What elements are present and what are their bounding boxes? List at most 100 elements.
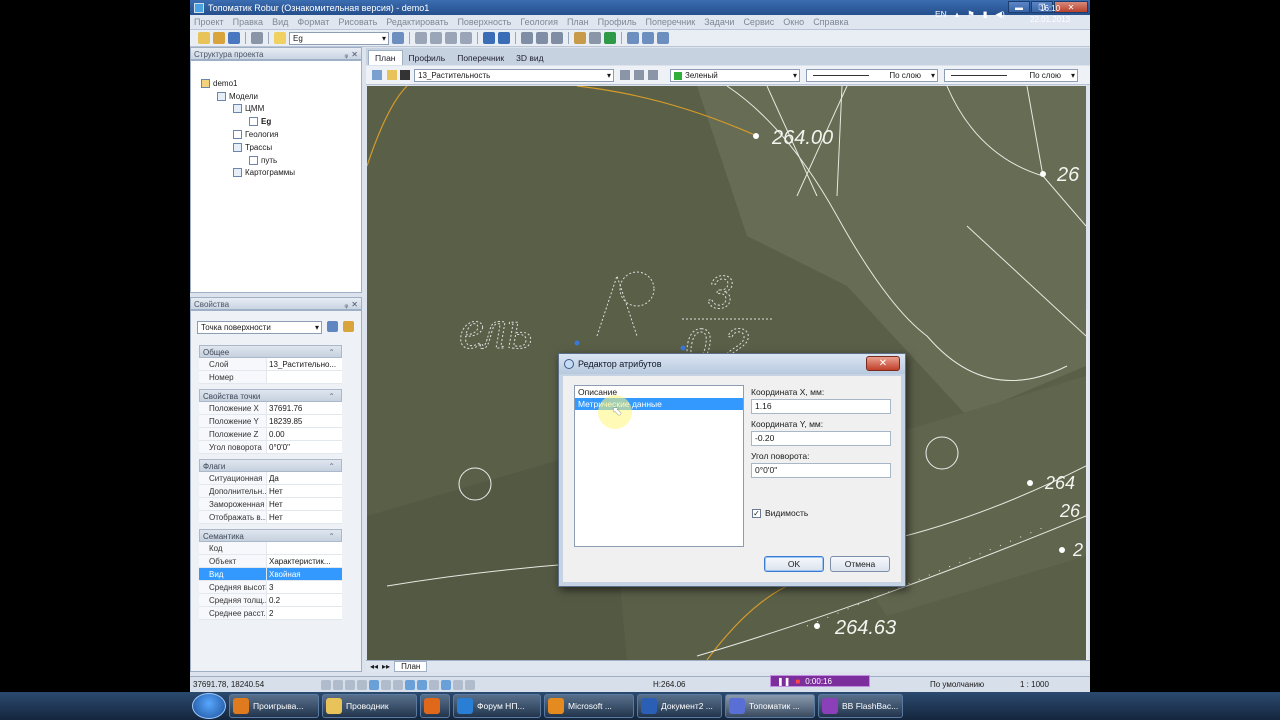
- survey-point[interactable]: [814, 623, 820, 629]
- tab-2[interactable]: Поперечник: [451, 51, 510, 65]
- property-value[interactable]: Да: [267, 472, 342, 484]
- snap-icon[interactable]: [393, 679, 403, 690]
- dialog-close-button[interactable]: ✕: [866, 356, 900, 371]
- layer-manager-icon[interactable]: [648, 70, 658, 80]
- angle-input[interactable]: 0°0'0": [751, 463, 891, 478]
- sheet-tab-plan[interactable]: План: [394, 661, 428, 672]
- menu-item[interactable]: Профиль: [598, 17, 637, 27]
- taskbar-item[interactable]: Форум НП...: [453, 694, 541, 718]
- linetype-combo[interactable]: По слою: [806, 69, 938, 82]
- property-row[interactable]: Средняя толщ... 0.2: [199, 594, 342, 607]
- property-value[interactable]: 0.00: [267, 428, 342, 440]
- property-value[interactable]: [267, 371, 342, 383]
- menu-item[interactable]: Поверхность: [457, 17, 511, 27]
- start-button[interactable]: [192, 693, 226, 719]
- snap-icon[interactable]: [345, 679, 355, 690]
- bulb-icon[interactable]: [274, 32, 286, 44]
- volume-icon[interactable]: ◀): [995, 9, 1004, 20]
- snap-icon[interactable]: [453, 679, 463, 690]
- layer-combo[interactable]: 13_Растительность: [414, 69, 614, 82]
- clock[interactable]: 16:10 22.01.2013: [1030, 3, 1070, 25]
- new-icon[interactable]: [198, 32, 210, 44]
- list-item-description[interactable]: Описание: [575, 386, 743, 398]
- survey-point[interactable]: [1027, 480, 1033, 486]
- menu-item[interactable]: Окно: [783, 17, 804, 27]
- property-row[interactable]: Положение Z 0.00: [199, 428, 342, 441]
- menu-item[interactable]: Правка: [233, 17, 263, 27]
- survey-point[interactable]: [1059, 547, 1065, 553]
- property-row[interactable]: Среднее расст... 2: [199, 607, 342, 620]
- taskbar-item[interactable]: BB FlashBac...: [818, 694, 903, 718]
- menu-item[interactable]: Формат: [297, 17, 329, 27]
- print-icon[interactable]: [251, 32, 263, 44]
- taskbar-item[interactable]: [420, 694, 450, 718]
- brush-icon[interactable]: [642, 32, 654, 44]
- info-icon[interactable]: [327, 321, 338, 332]
- tab-3[interactable]: 3D вид: [510, 51, 549, 65]
- section-general[interactable]: Общее: [199, 345, 342, 359]
- property-value[interactable]: 0°0'0": [267, 441, 342, 453]
- pencil-icon[interactable]: [627, 32, 639, 44]
- menu-item[interactable]: Вид: [272, 17, 288, 27]
- property-row[interactable]: Слой 13_Растительно...: [199, 358, 342, 371]
- layer-filter-icon[interactable]: [634, 70, 644, 80]
- menu-item[interactable]: План: [567, 17, 589, 27]
- taskbar-item[interactable]: Проигрыва...: [229, 694, 319, 718]
- property-value[interactable]: 13_Растительно...: [267, 358, 342, 370]
- menu-item[interactable]: Справка: [813, 17, 848, 27]
- filter-icon[interactable]: [343, 321, 354, 332]
- survey-point[interactable]: [753, 133, 759, 139]
- tree-item-demo1[interactable]: demo1: [201, 79, 237, 88]
- lineweight-combo[interactable]: По слою: [944, 69, 1078, 82]
- copy-icon[interactable]: [430, 32, 442, 44]
- snap-icon[interactable]: [321, 679, 331, 690]
- property-value[interactable]: 18239.85: [267, 415, 342, 427]
- property-value[interactable]: Характеристик...: [267, 555, 342, 567]
- menu-item[interactable]: Редактировать: [386, 17, 448, 27]
- property-row[interactable]: Средняя высота 3: [199, 581, 342, 594]
- zoom-extents-icon[interactable]: [551, 32, 563, 44]
- cancel-button[interactable]: Отмена: [830, 556, 890, 572]
- properties-icon[interactable]: [392, 32, 404, 44]
- tray-flag-icon[interactable]: ⚑: [967, 9, 975, 20]
- section-semantics[interactable]: Семантика: [199, 529, 342, 543]
- property-row[interactable]: Замороженная Нет: [199, 498, 342, 511]
- tab-0[interactable]: План: [368, 50, 403, 65]
- snap-icon[interactable]: [333, 679, 343, 690]
- property-row[interactable]: Угол поворота 0°0'0": [199, 441, 342, 454]
- property-value[interactable]: 2: [267, 607, 342, 619]
- tree-item-geology[interactable]: Геология: [233, 130, 278, 139]
- taskbar-item[interactable]: Документ2 ...: [637, 694, 722, 718]
- redo-icon[interactable]: [498, 32, 510, 44]
- ok-button[interactable]: OK: [764, 556, 824, 572]
- property-value[interactable]: [267, 542, 342, 554]
- property-row[interactable]: Положение X 37691.76: [199, 402, 342, 415]
- save-icon[interactable]: [228, 32, 240, 44]
- layer-settings-icon[interactable]: [620, 70, 630, 80]
- minimize-button[interactable]: ▬: [1008, 1, 1030, 13]
- property-row[interactable]: Отображать в... Нет: [199, 511, 342, 524]
- tree-item-path[interactable]: путь: [249, 156, 277, 165]
- property-row[interactable]: Объект Характеристик...: [199, 555, 342, 568]
- snap-icon[interactable]: [465, 679, 475, 690]
- tree-item-eg[interactable]: Eg: [249, 117, 271, 126]
- nav-last-icon[interactable]: ▸▸: [382, 662, 390, 671]
- network-icon[interactable]: ▮: [983, 9, 988, 20]
- survey-point[interactable]: [1040, 171, 1046, 177]
- y-coord-input[interactable]: -0.20: [751, 431, 891, 446]
- snap-icon[interactable]: [381, 679, 391, 690]
- language-indicator[interactable]: EN: [935, 9, 947, 19]
- color-combo[interactable]: Зеленый: [670, 69, 800, 82]
- surface-combo[interactable]: Eg: [289, 31, 389, 45]
- view-mode[interactable]: По умолчанию: [930, 680, 984, 689]
- menu-item[interactable]: Геология: [520, 17, 558, 27]
- menu-item[interactable]: Рисовать: [338, 17, 377, 27]
- snap-icon[interactable]: [357, 679, 367, 690]
- taskbar-item[interactable]: Топоматик ...: [725, 694, 815, 718]
- layers-icon[interactable]: [372, 70, 382, 80]
- x-coord-input[interactable]: 1.16: [751, 399, 891, 414]
- property-row[interactable]: Вид Хвойная: [199, 568, 342, 581]
- pause-icon[interactable]: ❚❚: [777, 677, 790, 686]
- menu-item[interactable]: Поперечник: [646, 17, 696, 27]
- property-row[interactable]: Положение Y 18239.85: [199, 415, 342, 428]
